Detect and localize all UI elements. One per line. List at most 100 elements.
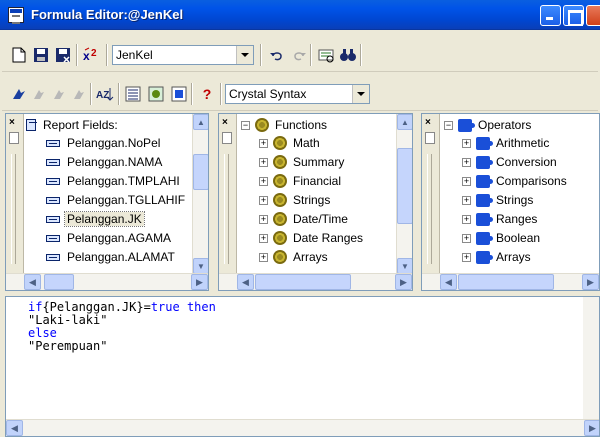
functions-panel[interactable]: × − Functions + Math + Summary + Financi… bbox=[218, 113, 413, 291]
sort-icon[interactable]: AZ bbox=[96, 85, 114, 103]
scroll-left-icon[interactable]: ◀ bbox=[237, 274, 254, 290]
scroll-left-icon[interactable]: ◀ bbox=[440, 274, 457, 290]
expand-icon[interactable]: + bbox=[259, 252, 268, 262]
scroll-thumb[interactable] bbox=[193, 154, 208, 190]
syntax-combo[interactable]: Crystal Syntax bbox=[225, 84, 370, 104]
scroll-thumb[interactable] bbox=[255, 274, 351, 290]
scroll-left-icon[interactable]: ◀ bbox=[24, 274, 41, 290]
chevron-down-icon[interactable] bbox=[236, 46, 253, 64]
operator-category[interactable]: + Ranges bbox=[462, 210, 539, 228]
save-close-icon[interactable] bbox=[54, 46, 72, 64]
expand-icon[interactable]: + bbox=[259, 233, 268, 243]
vertical-scrollbar[interactable]: ▲ ▼ bbox=[192, 114, 208, 274]
editor-horizontal-scrollbar[interactable]: ◀ ▶ bbox=[6, 419, 599, 436]
next-bookmark-icon[interactable] bbox=[30, 85, 48, 103]
close-button[interactable] bbox=[586, 5, 600, 26]
formula-name-combo[interactable]: JenKel bbox=[112, 45, 254, 65]
new-icon[interactable] bbox=[10, 46, 28, 64]
formula-text-editor[interactable]: if{Pelanggan.JK}=true then "Laki-laki" els… bbox=[5, 296, 600, 437]
prev-bookmark-icon[interactable] bbox=[50, 85, 68, 103]
function-category[interactable]: + Financial bbox=[259, 172, 343, 190]
clear-bookmarks-icon[interactable] bbox=[70, 85, 88, 103]
toggle-functions-icon[interactable] bbox=[147, 85, 165, 103]
field-item[interactable]: Pelanggan.NoPel bbox=[46, 134, 162, 152]
redo-icon[interactable] bbox=[290, 46, 308, 64]
scroll-thumb[interactable] bbox=[458, 274, 554, 290]
scroll-right-icon[interactable]: ▶ bbox=[582, 274, 599, 290]
report-fields-panel[interactable]: × Report Fields: Pelanggan.NoPel Pelangg… bbox=[5, 113, 209, 291]
scroll-thumb[interactable] bbox=[397, 148, 412, 224]
expand-icon[interactable]: + bbox=[462, 252, 471, 262]
function-category[interactable]: + Math bbox=[259, 134, 322, 152]
expand-icon[interactable]: + bbox=[259, 176, 268, 186]
tree-root-report-fields[interactable]: Report Fields: bbox=[26, 116, 120, 134]
horizontal-scrollbar[interactable]: ◀ ▶ bbox=[6, 273, 208, 290]
title-bar[interactable]: Formula Editor:@JenKel bbox=[0, 0, 600, 30]
formula-code[interactable]: if{Pelanggan.JK}=true then "Laki-laki" els… bbox=[28, 301, 216, 353]
save-icon[interactable] bbox=[32, 46, 50, 64]
field-item[interactable]: Pelanggan.TGLLAHIF bbox=[46, 191, 187, 209]
function-category[interactable]: + Arrays bbox=[259, 248, 330, 266]
grip-handle[interactable] bbox=[11, 154, 16, 264]
pin-icon[interactable] bbox=[222, 132, 232, 144]
vertical-scrollbar[interactable]: ▲ ▼ bbox=[396, 114, 412, 274]
pin-icon[interactable] bbox=[425, 132, 435, 144]
close-panel-icon[interactable]: × bbox=[425, 117, 431, 128]
close-panel-icon[interactable]: × bbox=[9, 117, 15, 128]
find-icon[interactable] bbox=[339, 46, 357, 64]
field-item[interactable]: Pelanggan.NAMA bbox=[46, 153, 164, 171]
scroll-up-icon[interactable]: ▲ bbox=[193, 114, 208, 130]
operator-category[interactable]: + Arithmetic bbox=[462, 134, 551, 152]
scroll-down-icon[interactable]: ▼ bbox=[193, 258, 208, 274]
close-panel-icon[interactable]: × bbox=[222, 117, 228, 128]
expand-icon[interactable]: + bbox=[462, 138, 471, 148]
collapse-icon[interactable]: − bbox=[444, 120, 453, 130]
scroll-right-icon[interactable]: ▶ bbox=[191, 274, 208, 290]
field-item[interactable]: Pelanggan.ALAMAT bbox=[46, 248, 177, 266]
operator-category[interactable]: + Strings bbox=[462, 191, 535, 209]
check-icon[interactable]: x2 bbox=[82, 46, 104, 64]
field-item[interactable]: Pelanggan.TMPLAHI bbox=[46, 172, 182, 190]
function-category[interactable]: + Date/Time bbox=[259, 210, 350, 228]
expand-icon[interactable]: + bbox=[462, 157, 471, 167]
expand-icon[interactable]: + bbox=[259, 157, 268, 167]
help-icon[interactable]: ? bbox=[198, 85, 216, 103]
collapse-icon[interactable]: − bbox=[241, 120, 250, 130]
expand-icon[interactable]: + bbox=[259, 138, 268, 148]
horizontal-scrollbar[interactable]: ◀ ▶ bbox=[219, 273, 412, 290]
scroll-thumb[interactable] bbox=[44, 274, 74, 290]
grip-handle[interactable] bbox=[224, 154, 229, 264]
function-category[interactable]: + Strings bbox=[259, 191, 332, 209]
toggle-fields-icon[interactable] bbox=[124, 85, 142, 103]
undo-icon[interactable] bbox=[268, 46, 286, 64]
editor-vertical-scrollbar[interactable] bbox=[583, 297, 599, 421]
toggle-operators-icon[interactable] bbox=[170, 85, 188, 103]
scroll-down-icon[interactable]: ▼ bbox=[397, 258, 412, 274]
function-category[interactable]: + Summary bbox=[259, 153, 346, 171]
expand-icon[interactable]: + bbox=[462, 195, 471, 205]
scroll-left-icon[interactable]: ◀ bbox=[6, 420, 23, 436]
operator-category[interactable]: + Conversion bbox=[462, 153, 559, 171]
scroll-up-icon[interactable]: ▲ bbox=[397, 114, 412, 130]
expand-icon[interactable]: + bbox=[462, 233, 471, 243]
scroll-right-icon[interactable]: ▶ bbox=[395, 274, 412, 290]
expand-icon[interactable]: + bbox=[462, 214, 471, 224]
expand-icon[interactable]: + bbox=[259, 195, 268, 205]
field-item-selected[interactable]: Pelanggan.JK bbox=[46, 210, 145, 228]
tree-root-operators[interactable]: − Operators bbox=[444, 116, 533, 134]
grip-handle[interactable] bbox=[427, 154, 432, 264]
scroll-right-icon[interactable]: ▶ bbox=[584, 420, 599, 436]
function-category[interactable]: + Date Ranges bbox=[259, 229, 365, 247]
expand-icon[interactable]: + bbox=[259, 214, 268, 224]
bookmark-icon[interactable] bbox=[10, 85, 28, 103]
field-item[interactable]: Pelanggan.AGAMA bbox=[46, 229, 173, 247]
chevron-down-icon[interactable] bbox=[352, 85, 369, 103]
operator-category[interactable]: + Boolean bbox=[462, 229, 542, 247]
operator-category[interactable]: + Comparisons bbox=[462, 172, 569, 190]
maximize-button[interactable] bbox=[563, 5, 584, 26]
browse-data-icon[interactable] bbox=[317, 46, 335, 64]
minimize-button[interactable] bbox=[540, 5, 561, 26]
expand-icon[interactable]: + bbox=[462, 176, 471, 186]
tree-root-functions[interactable]: − Functions bbox=[241, 116, 329, 134]
operators-panel[interactable]: × − Operators + Arithmetic + Conversion … bbox=[421, 113, 600, 291]
